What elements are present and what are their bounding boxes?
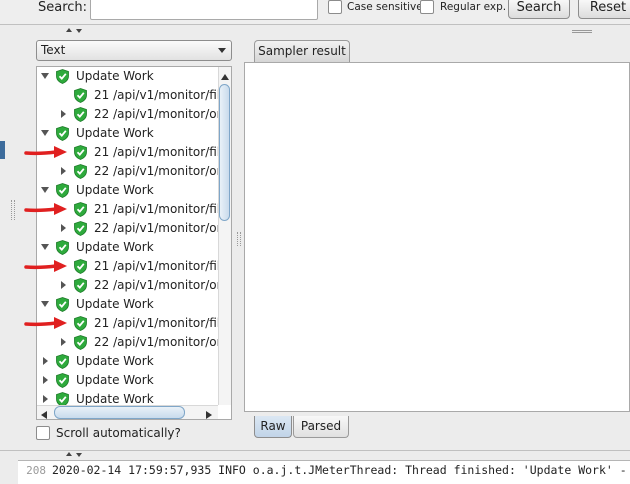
scroll-automatically-label: Scroll automatically?	[56, 426, 181, 440]
tree-node-label: Update Work	[76, 240, 154, 254]
success-shield-icon	[74, 335, 87, 350]
scroll-left-arrow-icon[interactable]	[40, 408, 48, 422]
expand-closed-icon[interactable]	[61, 338, 66, 346]
grip-icon[interactable]	[572, 32, 592, 33]
top-divider	[0, 24, 630, 25]
regex-checkbox[interactable]	[420, 0, 434, 14]
scroll-right-arrow-icon[interactable]	[205, 408, 213, 422]
renderer-selected-value: Text	[41, 43, 66, 57]
expand-closed-icon[interactable]	[61, 110, 66, 118]
tree-node-label: 21 /api/v1/monitor/filter	[94, 202, 232, 216]
success-shield-icon	[56, 126, 69, 141]
split-grip-icon[interactable]	[11, 200, 15, 220]
renderer-select[interactable]: Text	[36, 40, 232, 61]
success-shield-icon	[74, 316, 87, 331]
annotation-arrow-icon	[24, 314, 68, 335]
success-shield-icon	[74, 88, 87, 103]
success-shield-icon	[74, 221, 87, 236]
success-shield-icon	[74, 259, 87, 274]
tree-node-label: Update Work	[76, 297, 154, 311]
expand-closed-icon[interactable]	[43, 357, 48, 365]
tree-node-label: Update Work	[76, 354, 154, 368]
tree-node-label: Update Work	[76, 373, 154, 387]
log-line: 2020-02-14 17:59:57,935 INFO o.a.j.t.JMe…	[52, 463, 627, 477]
tree-node-label: 22 /api/v1/monitor/orde	[94, 278, 232, 292]
expand-closed-icon[interactable]	[43, 395, 48, 403]
success-shield-icon	[56, 69, 69, 84]
expand-open-icon[interactable]	[41, 73, 49, 79]
tree-horizontal-scroll-thumb[interactable]	[54, 406, 185, 419]
tab-parsed[interactable]: Parsed	[293, 416, 349, 438]
sampler-result-area[interactable]	[244, 62, 630, 412]
success-shield-icon	[74, 145, 87, 160]
bottom-divider	[0, 450, 630, 451]
tree-node-label: 22 /api/v1/monitor/orde	[94, 107, 232, 121]
case-sensitive-label: Case sensitive	[347, 1, 423, 13]
tree-node-label: 22 /api/v1/monitor/orde	[94, 335, 232, 349]
success-shield-icon	[56, 297, 69, 312]
expand-down-icon[interactable]	[76, 29, 82, 33]
expand-closed-icon[interactable]	[61, 224, 66, 232]
expand-closed-icon[interactable]	[61, 167, 66, 175]
annotation-arrow-icon	[24, 200, 68, 221]
scroll-automatically-checkbox[interactable]	[36, 426, 50, 440]
tree-node-label: Update Work	[76, 183, 154, 197]
case-sensitive-checkbox[interactable]	[328, 0, 342, 14]
annotation-arrow-icon	[24, 143, 68, 164]
success-shield-icon	[74, 202, 87, 217]
success-shield-icon	[56, 354, 69, 369]
scroll-up-arrow-icon[interactable]	[221, 70, 229, 84]
expand-open-icon[interactable]	[41, 301, 49, 307]
tree-node-label: 21 /api/v1/monitor/filter	[94, 145, 232, 159]
search-label: Search:	[38, 0, 88, 15]
success-shield-icon	[74, 278, 87, 293]
expand-open-icon[interactable]	[41, 130, 49, 136]
grip-icon[interactable]	[572, 30, 592, 31]
success-shield-icon	[74, 107, 87, 122]
expand-closed-icon[interactable]	[61, 281, 66, 289]
success-shield-icon	[56, 183, 69, 198]
tree-node-label: 21 /api/v1/monitor/filter	[94, 88, 232, 102]
tree-node-label: Update Work	[76, 126, 154, 140]
chevron-down-icon	[215, 43, 229, 58]
split-grip-icon[interactable]	[237, 232, 241, 246]
tree-node-label: 21 /api/v1/monitor/filter	[94, 316, 232, 330]
search-input[interactable]	[90, 0, 318, 20]
window-edge-marker	[0, 141, 5, 159]
success-shield-icon	[56, 373, 69, 388]
success-shield-icon	[56, 240, 69, 255]
regex-label: Regular exp.	[440, 1, 507, 13]
tree-node-label: 22 /api/v1/monitor/orde	[94, 164, 232, 178]
tab-raw[interactable]: Raw	[254, 416, 292, 438]
tree-node-label: 21 /api/v1/monitor/filter	[94, 259, 232, 273]
tree-node-label: Update Work	[76, 69, 154, 83]
tree-node-label: 22 /api/v1/monitor/orde	[94, 221, 232, 235]
collapse-up-icon[interactable]	[66, 452, 72, 456]
tree-vertical-scroll-thumb[interactable]	[219, 84, 230, 221]
tab-sampler-result[interactable]: Sampler result	[254, 40, 350, 62]
reset-button[interactable]: Reset	[578, 0, 630, 19]
expand-down-icon[interactable]	[76, 453, 82, 457]
expand-open-icon[interactable]	[41, 244, 49, 250]
collapse-up-icon[interactable]	[66, 28, 72, 32]
log-line-number: 208	[26, 464, 46, 477]
expand-closed-icon[interactable]	[43, 376, 48, 384]
success-shield-icon	[74, 164, 87, 179]
results-tree[interactable]: Update Work 21 /api/v1/monitor/filter 22 /…	[36, 66, 232, 420]
annotation-arrow-icon	[24, 257, 68, 278]
search-button[interactable]: Search	[508, 0, 570, 19]
expand-open-icon[interactable]	[41, 187, 49, 193]
